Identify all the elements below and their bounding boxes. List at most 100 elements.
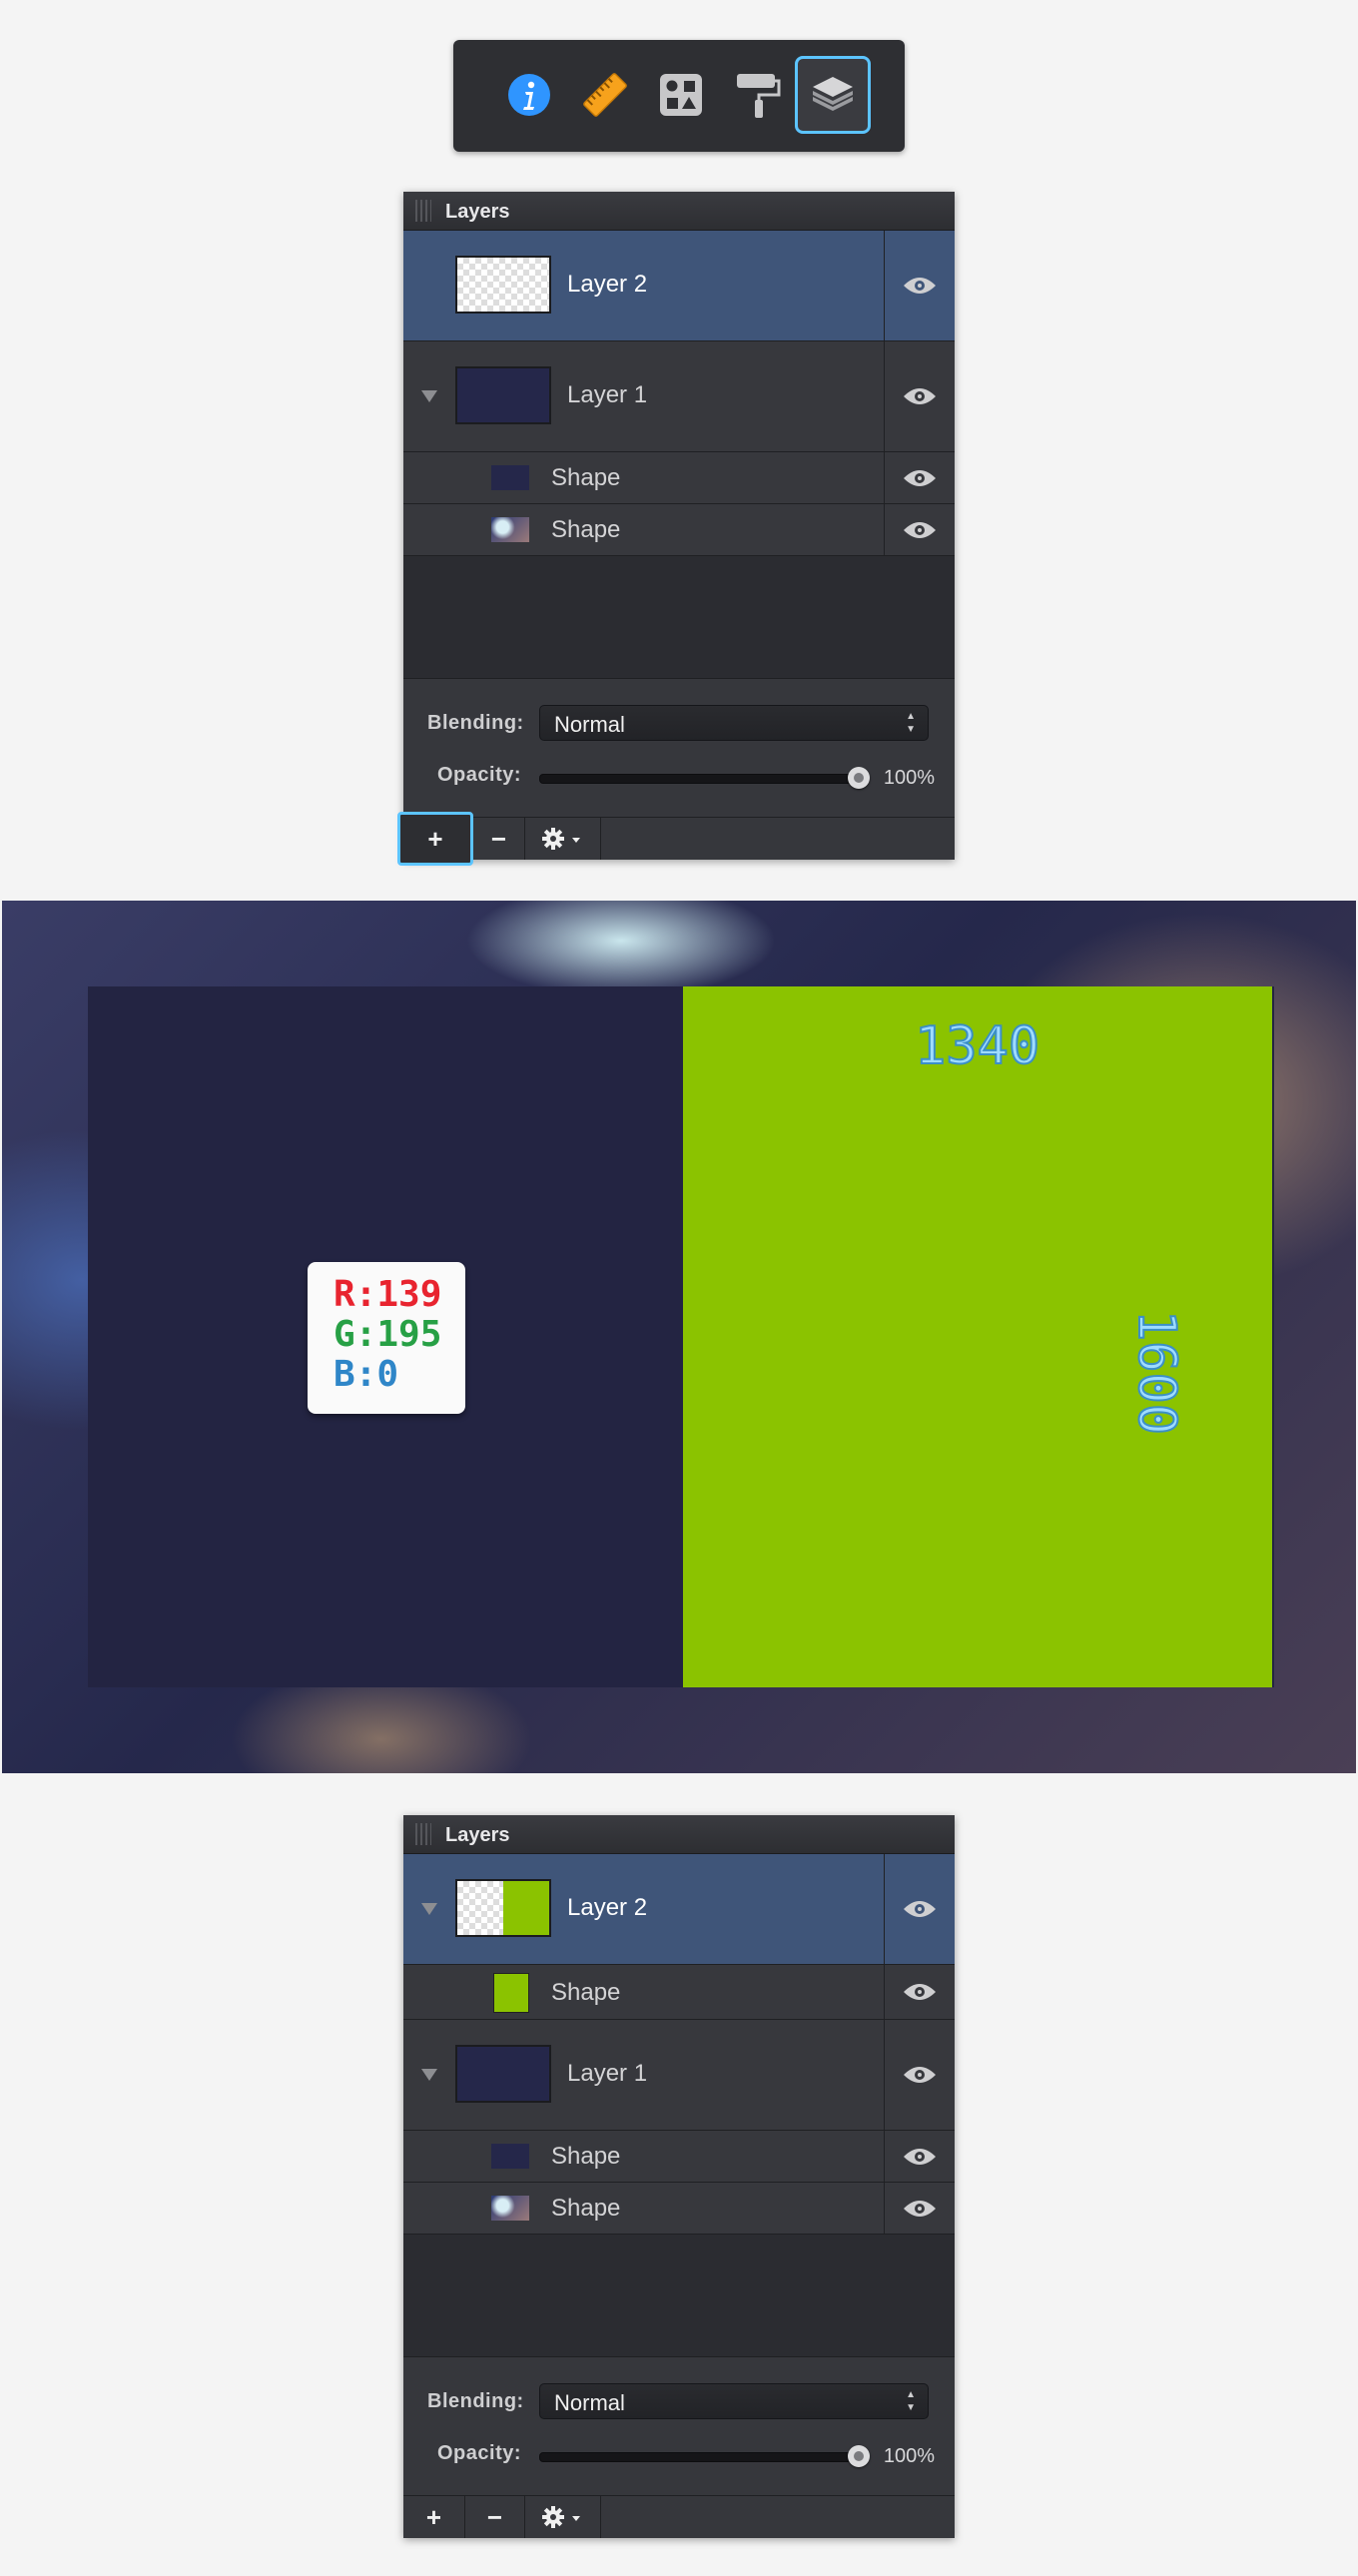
disclosure-triangle-icon[interactable] <box>421 1903 437 1915</box>
opacity-label: Opacity: <box>437 764 522 786</box>
layers-panel-top: Layers Layer 2 Layer 1 Shape Shape Blend… <box>397 192 955 866</box>
opacity-value: 100% <box>883 767 935 789</box>
visibility-toggle[interactable] <box>884 2183 955 2234</box>
shape-thumbnail <box>493 1973 529 2013</box>
eye-icon <box>904 388 936 404</box>
layers-panel-bottom: Layers Layer 2 Shape Layer 1 Shape Shape… <box>403 1815 955 2538</box>
visibility-toggle[interactable] <box>884 1965 955 2019</box>
layers-icon <box>813 77 853 111</box>
drag-grip-icon[interactable] <box>415 1823 431 1845</box>
layer-name: Shape <box>551 516 621 543</box>
info-icon <box>508 74 550 116</box>
gear-icon <box>541 828 580 850</box>
layer-name: Shape <box>551 464 621 491</box>
layer-properties: Blending: Normal ▲ ▼ Opacity: 100% <box>403 678 955 817</box>
layer-settings-button[interactable] <box>525 2496 601 2538</box>
layer-row-green-shape[interactable]: Shape <box>403 1965 955 2020</box>
blending-label: Blending: <box>427 2390 524 2412</box>
drag-grip-icon[interactable] <box>415 200 431 222</box>
remove-layer-button[interactable]: − <box>465 2496 525 2538</box>
paint-roller-icon <box>737 74 781 118</box>
layer-thumbnail <box>455 1879 551 1937</box>
opacity-value: 100% <box>883 2445 935 2467</box>
layer-thumbnail <box>455 2045 551 2103</box>
add-layer-button[interactable]: + <box>397 812 473 866</box>
blending-select[interactable]: Normal ▲ ▼ <box>539 705 929 741</box>
shapes-icon <box>660 74 702 116</box>
shape-thumbnail <box>491 2144 529 2169</box>
visibility-toggle[interactable] <box>884 231 955 340</box>
layer-name: Layer 1 <box>567 2060 648 2087</box>
visibility-toggle[interactable] <box>884 2131 955 2182</box>
eye-icon <box>904 2148 936 2165</box>
eye-icon <box>904 2067 936 2083</box>
remove-layer-button[interactable]: − <box>473 818 525 860</box>
layer-name: Layer 2 <box>567 271 648 298</box>
layers-list-empty-area <box>403 2235 955 2356</box>
opacity-label: Opacity: <box>437 2442 522 2464</box>
layer-row-layer-2[interactable]: Layer 2 <box>403 231 955 341</box>
layer-name: Layer 2 <box>567 1894 648 1921</box>
info-tool-button[interactable] <box>491 56 567 134</box>
add-layer-button[interactable]: + <box>403 2496 465 2538</box>
layer-row-layer-1[interactable]: Layer 1 <box>403 341 955 452</box>
layer-row-shape[interactable]: Shape <box>403 2131 955 2183</box>
select-arrows-icon: ▲ ▼ <box>906 711 916 735</box>
layer-row-shape-image[interactable]: Shape <box>403 504 955 556</box>
visibility-toggle[interactable] <box>884 1854 955 1964</box>
eye-icon <box>904 2200 936 2217</box>
panel-title: Layers <box>445 201 510 223</box>
layer-name: Shape <box>551 2195 621 2222</box>
eye-icon <box>904 278 936 294</box>
visibility-toggle[interactable] <box>884 452 955 503</box>
blue-value: B:0 <box>334 1354 399 1395</box>
shape-thumbnail <box>491 465 529 490</box>
opacity-slider-track[interactable] <box>539 774 861 784</box>
layer-row-layer-2[interactable]: Layer 2 <box>403 1854 955 1965</box>
ruler-tool-button[interactable] <box>567 56 643 134</box>
layer-name: Shape <box>551 1979 621 2006</box>
shapes-tool-button[interactable] <box>643 56 719 134</box>
shape-thumbnail <box>491 517 529 542</box>
inspector-toolbar <box>453 40 905 152</box>
fill-tool-button[interactable] <box>719 56 795 134</box>
panel-title-bar[interactable]: Layers <box>403 1815 955 1854</box>
red-value: R:139 <box>334 1274 442 1315</box>
layers-tool-button[interactable] <box>795 56 871 134</box>
disclosure-triangle-icon[interactable] <box>421 390 437 402</box>
panel-bottom-bar: + − <box>403 2495 955 2538</box>
layer-row-layer-1[interactable]: Layer 1 <box>403 2020 955 2131</box>
panel-title-bar[interactable]: Layers <box>403 192 955 231</box>
blending-value: Normal <box>554 712 625 737</box>
layer-thumbnail <box>455 256 551 314</box>
visibility-toggle[interactable] <box>884 504 955 555</box>
opacity-slider-knob[interactable] <box>848 767 870 789</box>
layer-row-shape[interactable]: Shape <box>403 452 955 504</box>
gear-icon <box>541 2506 580 2528</box>
eye-icon <box>904 1901 936 1917</box>
canvas-view[interactable]: 1340 1600 R:139 G:195 B:0 <box>2 901 1356 1773</box>
blending-label: Blending: <box>427 712 524 734</box>
blending-select[interactable]: Normal ▲ ▼ <box>539 2383 929 2419</box>
panel-bottom-bar: + − <box>397 812 955 866</box>
layer-name: Layer 1 <box>567 381 648 408</box>
blending-value: Normal <box>554 2390 625 2415</box>
height-dimension-label: 1600 <box>1125 1309 1187 1436</box>
opacity-slider-track[interactable] <box>539 2452 861 2462</box>
layer-row-shape-image[interactable]: Shape <box>403 2183 955 2235</box>
visibility-toggle[interactable] <box>884 2020 955 2130</box>
ruler-icon <box>583 73 627 117</box>
layers-list-empty-area <box>403 556 955 678</box>
layer-properties: Blending: Normal ▲ ▼ Opacity: 100% <box>403 2356 955 2495</box>
green-value: G:195 <box>334 1314 442 1355</box>
eye-icon <box>904 521 936 538</box>
eye-icon <box>904 1984 936 2000</box>
visibility-toggle[interactable] <box>884 341 955 451</box>
layer-name: Shape <box>551 2143 621 2170</box>
color-values-card: R:139 G:195 B:0 <box>308 1262 465 1414</box>
select-arrows-icon: ▲ ▼ <box>906 2389 916 2413</box>
opacity-slider-knob[interactable] <box>848 2445 870 2467</box>
layer-thumbnail <box>455 366 551 424</box>
disclosure-triangle-icon[interactable] <box>421 2069 437 2081</box>
layer-settings-button[interactable] <box>525 818 601 860</box>
